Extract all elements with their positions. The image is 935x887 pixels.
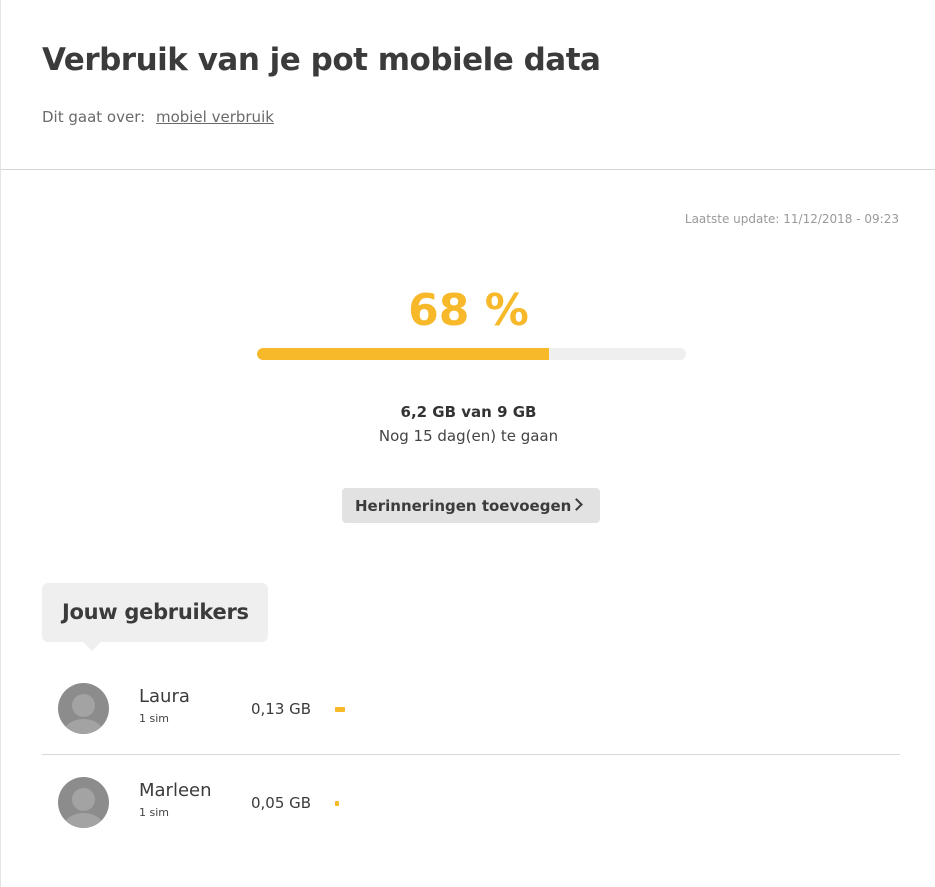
user-name: Laura bbox=[139, 686, 190, 707]
users-section-heading: Jouw gebruikers bbox=[62, 600, 249, 624]
topic-link[interactable]: mobiel verbruik bbox=[156, 108, 274, 126]
user-sim-count: 1 sim bbox=[139, 712, 169, 725]
avatar bbox=[58, 777, 109, 828]
add-reminders-button[interactable]: Herinneringen toevoegen bbox=[342, 488, 600, 523]
page-title: Verbruik van je pot mobiele data bbox=[42, 42, 601, 78]
user-usage-bar bbox=[335, 801, 339, 806]
usage-progress-bar bbox=[257, 348, 686, 360]
usage-percentage: 68 % bbox=[408, 285, 529, 336]
avatar bbox=[58, 683, 109, 734]
topic-line: Dit gaat over: mobiel verbruik bbox=[42, 108, 274, 126]
topic-prefix: Dit gaat over: bbox=[42, 108, 146, 126]
usage-progress-fill bbox=[257, 348, 549, 360]
chevron-right-icon bbox=[570, 498, 583, 511]
add-reminders-label: Herinneringen toevoegen bbox=[355, 496, 572, 515]
days-remaining: Nog 15 dag(en) te gaan bbox=[378, 427, 559, 445]
usage-amount: 6,2 GB van 9 GB bbox=[400, 403, 537, 421]
user-usage: 0,13 GB bbox=[251, 700, 312, 718]
user-usage: 0,05 GB bbox=[251, 794, 312, 812]
tab-pointer bbox=[82, 641, 102, 651]
user-usage-bar bbox=[335, 707, 345, 712]
user-row[interactable]: Marleen 1 sim 0,05 GB bbox=[42, 756, 900, 849]
last-update-text: Laatste update: 11/12/2018 - 09:23 bbox=[684, 212, 899, 226]
user-name: Marleen bbox=[139, 780, 212, 801]
page-header: Verbruik van je pot mobiele data Dit gaa… bbox=[1, 0, 935, 170]
users-section-tab: Jouw gebruikers bbox=[42, 583, 268, 651]
page-frame: Verbruik van je pot mobiele data Dit gaa… bbox=[0, 0, 935, 887]
user-sim-count: 1 sim bbox=[139, 806, 169, 819]
user-row[interactable]: Laura 1 sim 0,13 GB bbox=[42, 662, 900, 755]
